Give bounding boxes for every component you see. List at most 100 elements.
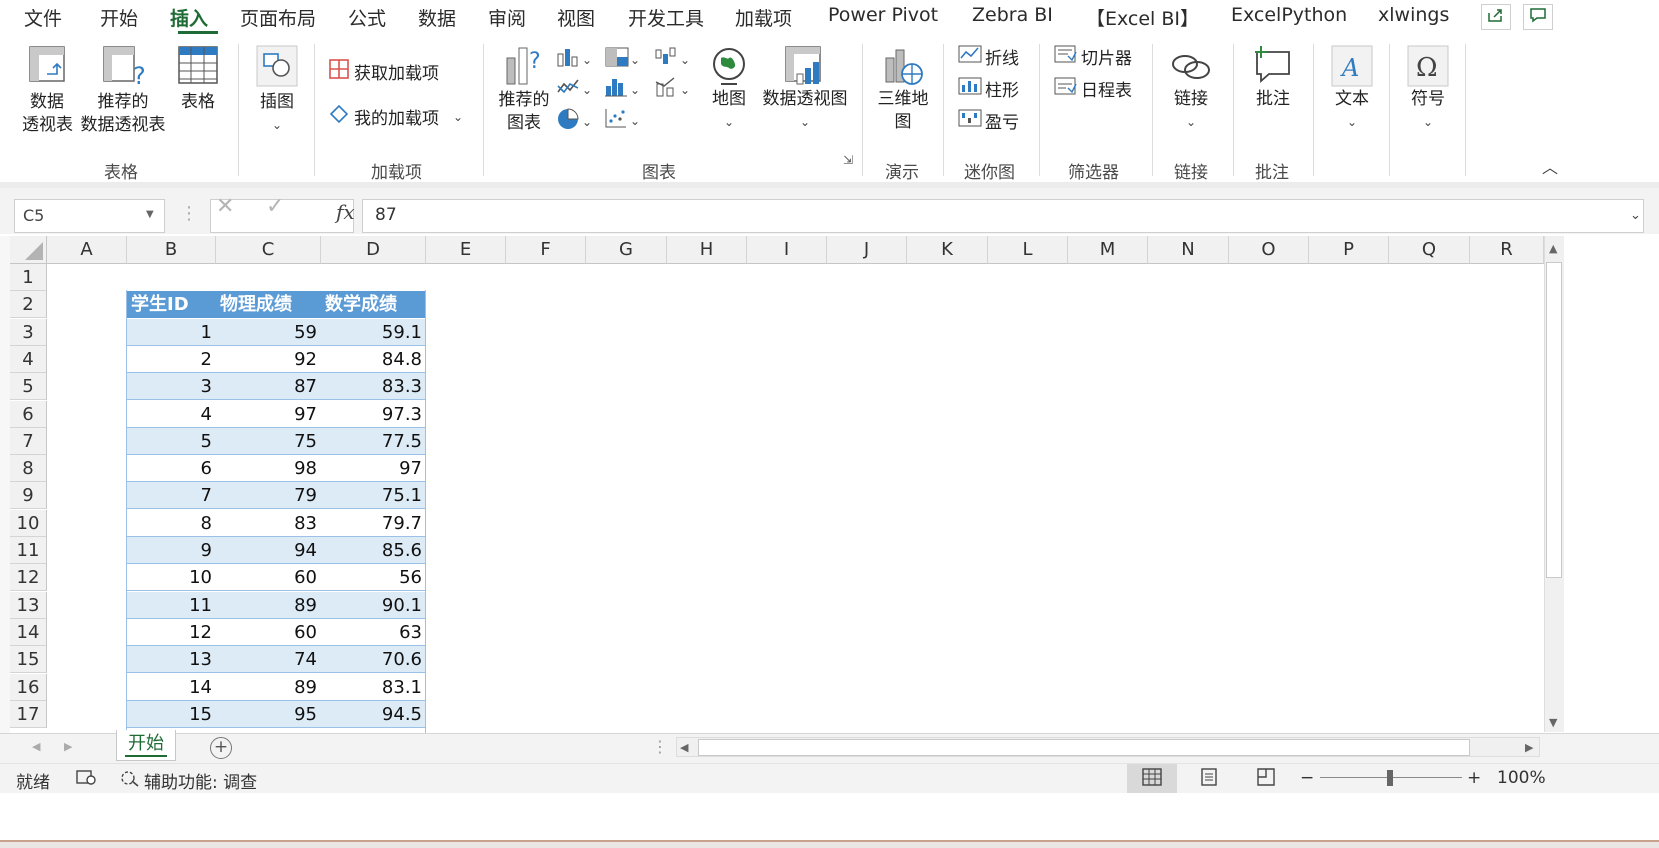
column-header-h[interactable]: H [667, 236, 747, 264]
vertical-scroll-thumb[interactable] [1546, 262, 1562, 578]
line-chart-button[interactable]: ⌄ [556, 76, 592, 103]
scroll-left-arrow-icon[interactable]: ◀ [680, 741, 688, 754]
table-cell[interactable]: 59.1 [321, 319, 426, 346]
add-sheet-icon[interactable]: + [210, 737, 232, 759]
pivot-chart-button[interactable]: 数据透视图 ⌄ [760, 44, 850, 134]
name-box-dropdown-icon[interactable]: ▼ [146, 209, 154, 220]
maps-button[interactable]: 地图 ⌄ [708, 44, 750, 134]
tab-zebra-bi[interactable]: Zebra BI [972, 4, 1053, 26]
recommended-pivot-button[interactable]: ? 推荐的 数据透视表 [80, 44, 166, 137]
table-cell[interactable]: 83.1 [321, 674, 426, 701]
sparkline-winloss-button[interactable]: 盈亏 [958, 108, 1019, 133]
expand-formula-bar-icon[interactable]: ⌄ [1630, 208, 1641, 223]
tab-file[interactable]: 文件 [24, 4, 62, 31]
table-cell[interactable]: 12 [127, 619, 216, 646]
table-cell[interactable]: 84.8 [321, 346, 426, 373]
tab-xlwings[interactable]: xlwings [1378, 4, 1449, 26]
zoom-out-icon[interactable]: − [1300, 768, 1314, 788]
next-sheet-icon[interactable]: ▶ [64, 740, 72, 753]
formula-bar-handle[interactable]: ⋮ [180, 203, 198, 224]
column-header-l[interactable]: L [988, 236, 1068, 264]
table-cell[interactable]: 70.6 [321, 646, 426, 673]
table-cell[interactable]: 75.1 [321, 482, 426, 509]
sparkline-line-button[interactable]: 折线 [958, 44, 1019, 69]
zoom-slider-thumb[interactable] [1387, 770, 1393, 786]
macro-recording-icon[interactable] [76, 768, 98, 791]
tab-view[interactable]: 视图 [557, 4, 595, 31]
table-cell[interactable]: 8 [127, 510, 216, 537]
table-cell[interactable]: 1 [127, 319, 216, 346]
text-button[interactable]: A 文本 ⌄ [1328, 44, 1376, 134]
row-header-5[interactable]: 5 [10, 373, 47, 401]
row-header-8[interactable]: 8 [10, 455, 47, 483]
table-cell[interactable]: 74 [216, 646, 321, 673]
table-cell[interactable]: 83 [216, 510, 321, 537]
table-cell[interactable]: 4 [127, 401, 216, 428]
my-addins-button[interactable]: 我的加载项 ⌄ [328, 103, 463, 130]
page-layout-view-button[interactable] [1184, 764, 1234, 794]
row-header-7[interactable]: 7 [10, 427, 47, 455]
row-header-9[interactable]: 9 [10, 482, 47, 510]
row-header-12[interactable]: 12 [10, 564, 47, 592]
column-header-c[interactable]: C [216, 236, 321, 264]
zoom-in-icon[interactable]: + [1467, 768, 1481, 788]
tab-formulas[interactable]: 公式 [348, 4, 386, 31]
scroll-down-arrow-icon[interactable]: ▼ [1549, 716, 1557, 729]
row-header-4[interactable]: 4 [10, 345, 47, 373]
table-cell[interactable]: 89 [216, 674, 321, 701]
sheet-tab-start[interactable]: 开始 [116, 730, 176, 761]
column-header-q[interactable]: Q [1389, 236, 1470, 264]
table-cell[interactable]: 83.3 [321, 373, 426, 400]
tab-split-handle[interactable]: ⋮ [652, 737, 668, 756]
waterfall-chart-button[interactable]: ⌄ [654, 46, 690, 73]
slicer-button[interactable]: 切片器 [1054, 44, 1132, 69]
table-cell[interactable]: 90.1 [321, 592, 426, 619]
table-cell[interactable]: 92 [216, 346, 321, 373]
column-header-f[interactable]: F [506, 236, 586, 264]
table-cell[interactable]: 56 [321, 564, 426, 591]
timeline-button[interactable]: 日程表 [1054, 76, 1132, 101]
tab-developer[interactable]: 开发工具 [628, 4, 704, 31]
tab-data[interactable]: 数据 [418, 4, 456, 31]
table-cell[interactable]: 94 [216, 537, 321, 564]
name-box[interactable]: C5 [14, 199, 165, 233]
table-cell[interactable]: 75 [216, 428, 321, 455]
table-cell[interactable]: 87 [216, 373, 321, 400]
column-header-k[interactable]: K [907, 236, 988, 264]
column-header-n[interactable]: N [1148, 236, 1229, 264]
table-cell[interactable]: 7 [127, 482, 216, 509]
table-cell[interactable]: 59 [216, 319, 321, 346]
tab-page-layout[interactable]: 页面布局 [240, 4, 316, 31]
row-header-15[interactable]: 15 [10, 646, 47, 674]
table-cell[interactable]: 14 [127, 674, 216, 701]
pie-chart-button[interactable]: ⌄ [556, 107, 592, 136]
column-header-i[interactable]: I [747, 236, 827, 264]
link-button[interactable]: 链接 ⌄ [1166, 44, 1216, 134]
table-cell[interactable]: 6 [127, 455, 216, 482]
scroll-right-arrow-icon[interactable]: ▶ [1525, 741, 1533, 754]
zoom-level[interactable]: 100% [1497, 768, 1546, 788]
column-header-d[interactable]: D [321, 236, 426, 264]
column-header-e[interactable]: E [426, 236, 506, 264]
statistic-chart-button[interactable]: ⌄ [604, 76, 640, 103]
pivot-table-button[interactable]: 数据 透视表 [22, 44, 73, 137]
table-cell[interactable]: 9 [127, 537, 216, 564]
tab-power-pivot[interactable]: Power Pivot [828, 4, 938, 26]
table-cell[interactable]: 89 [216, 592, 321, 619]
column-header-j[interactable]: J [827, 236, 907, 264]
tab-insert[interactable]: 插入 [170, 4, 208, 31]
tab-review[interactable]: 审阅 [488, 4, 526, 31]
table-cell[interactable]: 2 [127, 346, 216, 373]
table-cell[interactable]: 60 [216, 564, 321, 591]
tab-home[interactable]: 开始 [100, 4, 138, 31]
table-cell[interactable]: 95 [216, 701, 321, 728]
formula-input[interactable]: 87 [362, 199, 1644, 233]
column-header-r[interactable]: R [1470, 236, 1544, 264]
table-header-cell[interactable]: 数学成绩 [321, 291, 426, 319]
table-cell[interactable]: 15 [127, 701, 216, 728]
enter-icon[interactable]: ✓ [266, 194, 284, 219]
table-cell[interactable]: 97.3 [321, 401, 426, 428]
table-cell[interactable]: 11 [127, 592, 216, 619]
sparkline-column-button[interactable]: 柱形 [958, 76, 1019, 101]
get-addins-button[interactable]: 获取加载项 [328, 58, 439, 85]
